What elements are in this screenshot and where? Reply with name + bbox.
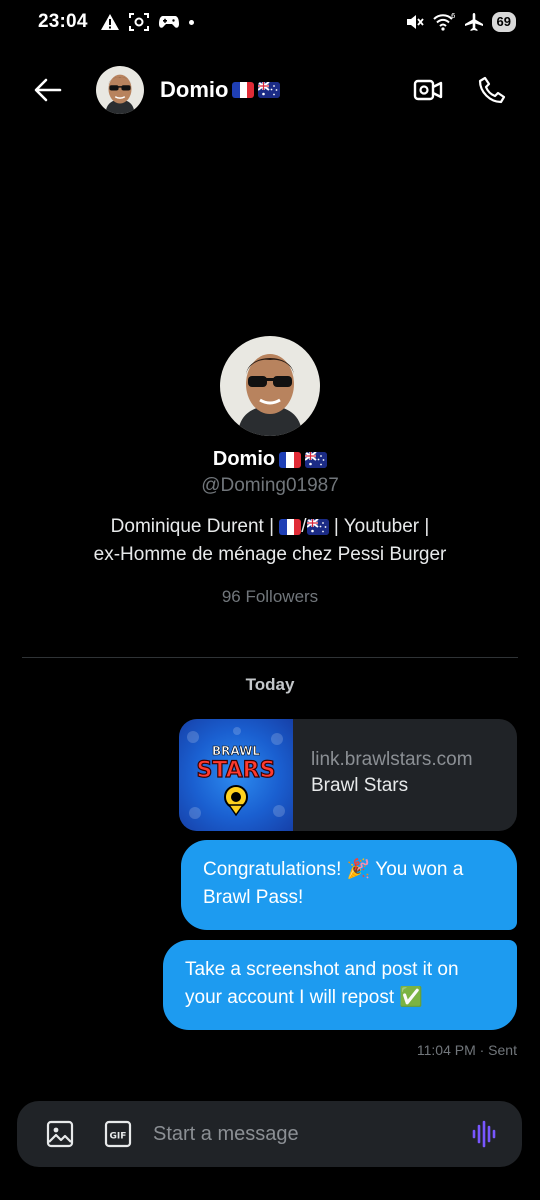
party-popper-emoji: 🎉 — [346, 859, 371, 880]
video-call-icon — [413, 79, 443, 101]
add-gif-button[interactable]: GIF — [103, 1119, 133, 1149]
phone-call-icon — [478, 76, 506, 104]
header-name: Domio — [160, 77, 229, 102]
back-button[interactable] — [30, 72, 66, 108]
message-text: Congratulations! — [203, 859, 347, 880]
alert-icon — [100, 14, 119, 30]
game-controller-icon — [158, 16, 179, 28]
france-flag — [279, 518, 302, 535]
gif-icon: GIF — [104, 1120, 132, 1148]
link-text: link.brawlstars.com Brawl Stars — [293, 719, 473, 831]
followers-count[interactable]: 96 Followers — [0, 587, 540, 607]
status-bar: 23:04 6 69 — [0, 0, 540, 44]
battery-icon: 69 — [491, 12, 516, 32]
brawl-stars-logo: BRAWL STARS — [187, 727, 285, 819]
message-input[interactable] — [153, 1122, 470, 1146]
link-title: Brawl Stars — [311, 775, 409, 796]
link-preview-card[interactable]: BRAWL STARS link.brawlstars.com Brawl St… — [179, 719, 517, 831]
voice-message-icon — [472, 1120, 496, 1148]
wifi-6-icon: 6 — [432, 12, 456, 31]
header-avatar[interactable] — [96, 66, 144, 114]
message-bubble[interactable]: Take a screenshot and post it on your ac… — [163, 940, 517, 1030]
svg-text:6: 6 — [451, 12, 456, 20]
gif-label: GIF — [110, 1132, 127, 1142]
add-image-button[interactable] — [45, 1119, 75, 1149]
message-composer: GIF — [17, 1101, 522, 1167]
bio-text-part1: Dominique Durent | — [110, 516, 280, 537]
voice-message-button[interactable] — [470, 1119, 500, 1149]
status-left-icons — [100, 13, 194, 31]
australia-flag — [258, 82, 281, 98]
header-title[interactable]: Domio — [160, 77, 281, 103]
video-call-button[interactable] — [410, 72, 446, 108]
date-separator: Today — [245, 675, 295, 694]
link-domain: link.brawlstars.com — [311, 749, 473, 770]
avatar-image — [96, 66, 144, 114]
header-actions — [410, 72, 510, 108]
phone-call-button[interactable] — [474, 72, 510, 108]
france-flag — [279, 451, 302, 468]
bio-text-part2: | Youtuber | — [328, 516, 430, 537]
avatar-image — [220, 336, 320, 436]
profile-avatar[interactable] — [220, 336, 320, 436]
conversation-header: Domio — [0, 58, 540, 122]
australia-flag — [305, 451, 328, 468]
airplane-icon — [464, 13, 483, 31]
france-flag — [232, 82, 255, 98]
profile-bio: Dominique Durent | / | Youtuber | ex-Hom… — [93, 516, 447, 565]
profile-name: Domio — [212, 448, 276, 470]
australia-flag — [306, 518, 329, 535]
check-mark-emoji: ✅ — [399, 987, 424, 1008]
image-icon — [46, 1120, 74, 1148]
profile-name-row: Domio — [0, 448, 540, 471]
back-arrow-icon — [34, 78, 62, 102]
section-divider — [22, 657, 518, 658]
message-meta: 11:04 PM · Sent — [416, 1042, 517, 1058]
mute-icon — [406, 15, 424, 29]
notification-dot — [188, 19, 194, 25]
profile-summary: Domio @Doming01987 Dominique Durent | / … — [0, 336, 540, 607]
message-bubble[interactable]: Congratulations! 🎉 You won a Brawl Pass! — [181, 840, 517, 930]
profile-handle[interactable]: @Doming01987 — [0, 475, 540, 497]
screenshot-icon — [128, 13, 149, 31]
logo-line2: STARS — [197, 758, 276, 783]
logo-line1: BRAWL — [212, 744, 260, 758]
status-time: 23:04 — [38, 11, 88, 32]
brawl-stars-thumbnail: BRAWL STARS — [179, 719, 293, 831]
bio-text-line2: ex-Homme de ménage chez Pessi Burger — [93, 544, 447, 565]
status-right-icons: 6 69 — [404, 12, 516, 32]
